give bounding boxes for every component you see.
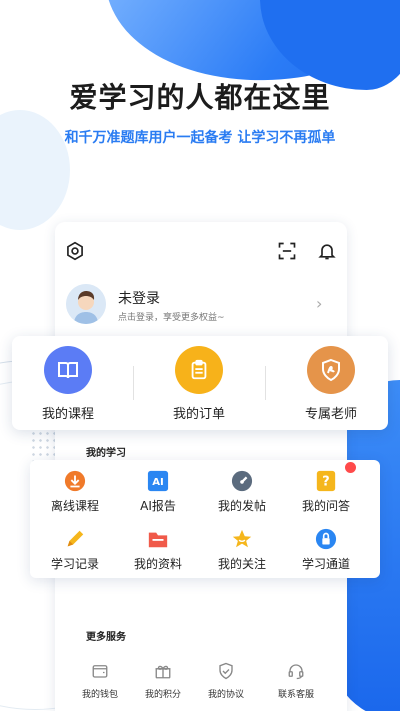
- folder-icon: [146, 527, 170, 551]
- exclusive-teacher-button[interactable]: 专属老师: [281, 346, 381, 422]
- my-orders-label: 我的订单: [172, 407, 225, 422]
- login-subtitle: 点击登录，享受更多权益~: [118, 313, 225, 323]
- headset-icon: [286, 661, 306, 681]
- ai-report-button[interactable]: AI AI报告: [118, 469, 198, 514]
- my-courses-label: 我的课程: [41, 407, 94, 422]
- my-follows-button[interactable]: 我的关注: [202, 527, 282, 572]
- hero-subline: 和千万准题库用户一起备考 让学习不再孤单: [64, 130, 336, 146]
- chevron-right-icon[interactable]: ›: [316, 294, 322, 313]
- offline-courses-button[interactable]: 离线课程: [35, 469, 115, 514]
- question-icon: ?: [314, 469, 338, 493]
- gift-icon: [153, 661, 173, 681]
- login-title[interactable]: 未登录: [118, 288, 160, 308]
- ai-icon: AI: [146, 469, 170, 493]
- contact-support-label: 联系客服: [277, 690, 314, 700]
- ai-report-label: AI报告: [140, 499, 176, 513]
- study-channel-label: 学习通道: [301, 557, 350, 571]
- wallet-icon: [90, 661, 110, 681]
- section-title-my-study: 我的学习: [86, 448, 126, 459]
- contact-support-button[interactable]: 联系客服: [266, 661, 326, 700]
- scan-icon[interactable]: [276, 240, 298, 262]
- my-orders-button[interactable]: 我的订单: [149, 346, 249, 422]
- exclusive-teacher-label: 专属老师: [304, 407, 357, 422]
- my-study-grid: 离线课程 AI AI报告 我的发帖 ? 我的问答 学习记录 我的资料 我的关注 …: [30, 460, 380, 578]
- my-materials-button[interactable]: 我的资料: [118, 527, 198, 572]
- my-wallet-button[interactable]: 我的钱包: [70, 661, 130, 700]
- avatar[interactable]: [66, 284, 106, 324]
- shield-check-icon: [216, 661, 236, 681]
- svg-text:?: ?: [322, 475, 329, 490]
- my-points-button[interactable]: 我的积分: [133, 661, 193, 700]
- pencil-icon: [63, 527, 87, 551]
- teacher-badge-icon: [307, 346, 355, 394]
- book-icon: [44, 346, 92, 394]
- my-agreement-label: 我的协议: [207, 690, 244, 700]
- notification-badge: [345, 462, 356, 473]
- my-posts-label: 我的发帖: [217, 499, 266, 513]
- my-posts-button[interactable]: 我的发帖: [202, 469, 282, 514]
- my-follows-label: 我的关注: [217, 557, 266, 571]
- lock-icon: [314, 527, 338, 551]
- my-materials-label: 我的资料: [133, 557, 182, 571]
- divider: [133, 366, 134, 400]
- study-channel-button[interactable]: 学习通道: [286, 527, 366, 572]
- download-icon: [63, 469, 87, 493]
- section-title-more-services: 更多服务: [86, 632, 126, 643]
- settings-icon[interactable]: [64, 240, 86, 262]
- clipboard-icon: [175, 346, 223, 394]
- svg-text:AI: AI: [152, 477, 164, 488]
- offline-courses-label: 离线课程: [50, 499, 99, 513]
- my-qa-label: 我的问答: [301, 499, 350, 513]
- star-icon: [230, 527, 254, 551]
- my-wallet-label: 我的钱包: [81, 690, 118, 700]
- quick-actions-card: 我的课程 我的订单 专属老师: [12, 336, 388, 430]
- bell-icon[interactable]: [316, 240, 338, 262]
- gauge-icon: [230, 469, 254, 493]
- study-records-button[interactable]: 学习记录: [35, 527, 115, 572]
- hero-headline: 爱学习的人都在这里: [69, 81, 331, 114]
- my-qa-button[interactable]: ? 我的问答: [286, 469, 366, 514]
- my-agreement-button[interactable]: 我的协议: [196, 661, 256, 700]
- divider: [265, 366, 266, 400]
- study-records-label: 学习记录: [50, 557, 99, 571]
- my-courses-button[interactable]: 我的课程: [18, 346, 118, 422]
- my-points-label: 我的积分: [144, 690, 181, 700]
